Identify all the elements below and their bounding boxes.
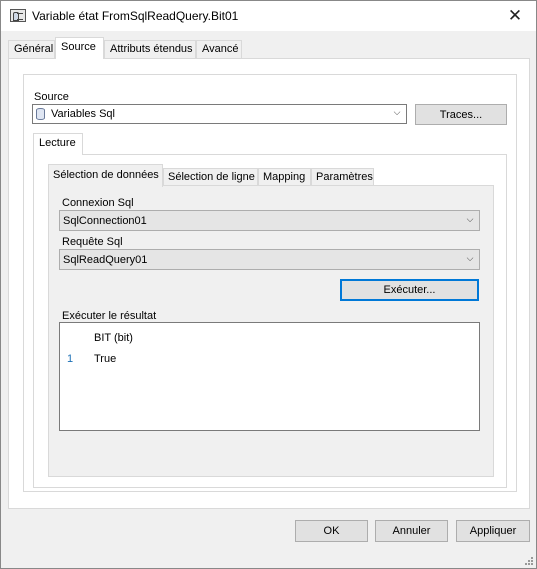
title-bar[interactable]: Variable état FromSqlReadQuery.Bit01 ✕ xyxy=(1,1,536,31)
result-grid[interactable]: BIT (bit) 1 True xyxy=(59,322,480,431)
ok-button[interactable]: OK xyxy=(295,520,368,542)
tab-source[interactable]: Source xyxy=(55,37,104,59)
tab-selection-donnees[interactable]: Sélection de données xyxy=(48,164,163,187)
connexion-select-value: SqlConnection01 xyxy=(63,215,147,227)
tab-general[interactable]: Général xyxy=(8,40,55,59)
tab-avance[interactable]: Avancé xyxy=(196,40,242,59)
tab-parametres[interactable]: Paramètres xyxy=(311,168,374,186)
tab-lecture-label: Lecture xyxy=(39,137,76,149)
database-icon xyxy=(36,108,45,120)
source-label: Source xyxy=(34,91,69,103)
tab-mapping[interactable]: Mapping xyxy=(258,168,311,186)
window-title: Variable état FromSqlReadQuery.Bit01 xyxy=(32,9,239,23)
chevron-down-icon: ⌵ xyxy=(466,215,474,225)
cancel-button-label: Annuler xyxy=(392,525,431,537)
traces-button[interactable]: Traces... xyxy=(415,104,507,125)
chevron-down-icon: ⌵ xyxy=(466,254,474,264)
tab-lecture[interactable]: Lecture xyxy=(33,133,83,155)
variable-icon xyxy=(10,9,26,22)
connexion-label: Connexion Sql xyxy=(62,197,134,209)
tab-general-label: Général xyxy=(14,43,54,55)
close-button[interactable]: ✕ xyxy=(494,1,536,31)
tab-selection-ligne[interactable]: Sélection de ligne xyxy=(163,168,258,186)
tab-source-label: Source xyxy=(61,41,96,53)
apply-button-label: Appliquer xyxy=(469,525,517,537)
requete-select[interactable]: SqlReadQuery01 ⌵ xyxy=(59,249,480,270)
requete-select-value: SqlReadQuery01 xyxy=(63,254,148,266)
tab-attributs-etendus[interactable]: Attributs étendus xyxy=(104,40,196,59)
cancel-button[interactable]: Annuler xyxy=(375,520,448,542)
result-row-number: 1 xyxy=(67,353,74,365)
tab-parametres-label: Paramètres xyxy=(316,171,373,183)
traces-button-label: Traces... xyxy=(439,108,483,121)
close-icon: ✕ xyxy=(507,6,523,26)
chevron-down-icon: ⌵ xyxy=(393,108,401,118)
tab-attributs-etendus-label: Attributs étendus xyxy=(110,43,193,55)
tab-selection-ligne-label: Sélection de ligne xyxy=(168,171,255,183)
source-select[interactable]: Variables Sql ⌵ xyxy=(32,104,407,124)
execute-button-label: Exécuter... xyxy=(383,284,436,296)
tab-avance-label: Avancé xyxy=(202,43,239,55)
tab-mapping-label: Mapping xyxy=(263,171,306,183)
resize-grip-icon[interactable] xyxy=(523,555,533,565)
connexion-select[interactable]: SqlConnection01 ⌵ xyxy=(59,210,480,231)
tab-selection-donnees-label: Sélection de données xyxy=(53,169,159,181)
result-cell: True xyxy=(94,353,117,365)
result-label: Exécuter le résultat xyxy=(62,310,157,322)
apply-button[interactable]: Appliquer xyxy=(456,520,530,542)
ok-button-label: OK xyxy=(323,525,340,537)
source-select-value: Variables Sql xyxy=(51,108,115,120)
execute-button[interactable]: Exécuter... xyxy=(340,279,479,301)
result-column-header: BIT (bit) xyxy=(94,332,133,344)
requete-label: Requête Sql xyxy=(62,236,123,248)
dialog-window: Variable état FromSqlReadQuery.Bit01 ✕ G… xyxy=(0,0,537,569)
